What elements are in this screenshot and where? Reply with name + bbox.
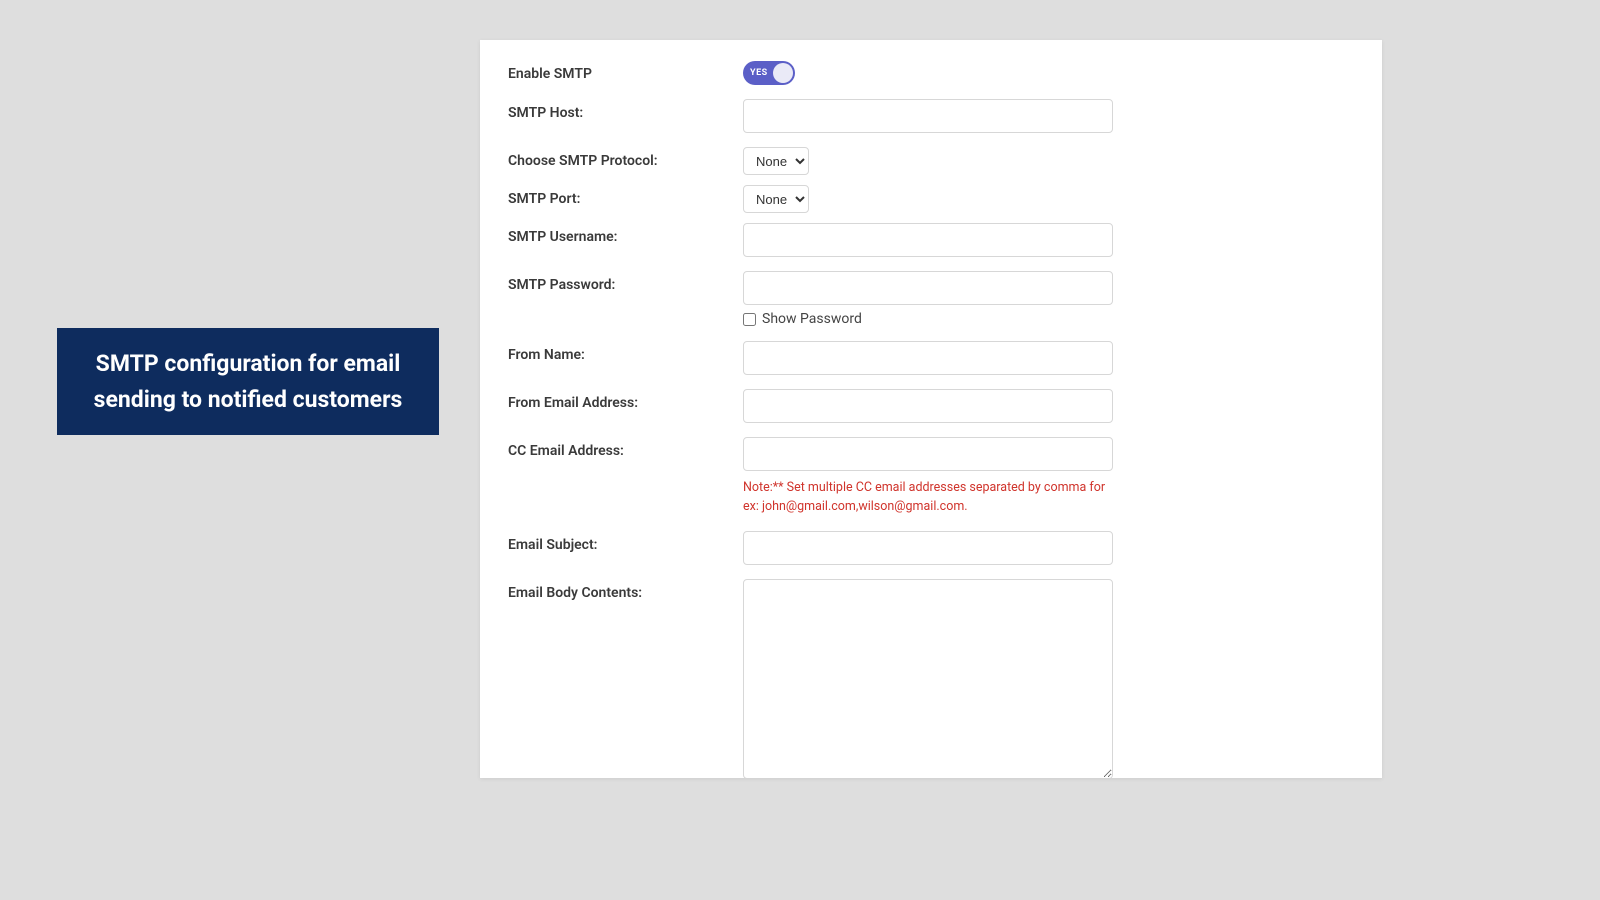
- select-smtp-port[interactable]: None: [743, 185, 809, 213]
- input-smtp-password[interactable]: [743, 271, 1113, 305]
- row-enable-smtp: Enable SMTP YES: [508, 60, 1354, 85]
- input-smtp-host[interactable]: [743, 99, 1113, 133]
- input-from-email[interactable]: [743, 389, 1113, 423]
- label-smtp-username: SMTP Username:: [508, 223, 743, 245]
- label-email-body: Email Body Contents:: [508, 579, 743, 601]
- input-cc-email[interactable]: [743, 437, 1113, 471]
- label-enable-smtp: Enable SMTP: [508, 60, 743, 82]
- note-cc-email: Note:** Set multiple CC email addresses …: [743, 479, 1123, 517]
- label-cc-email: CC Email Address:: [508, 437, 743, 459]
- select-smtp-protocol[interactable]: None: [743, 147, 809, 175]
- label-smtp-host: SMTP Host:: [508, 99, 743, 121]
- row-smtp-host: SMTP Host:: [508, 99, 1354, 133]
- row-email-body: Email Body Contents:: [508, 579, 1354, 779]
- input-email-subject[interactable]: [743, 531, 1113, 565]
- row-smtp-protocol: Choose SMTP Protocol: None: [508, 147, 1354, 175]
- row-smtp-port: SMTP Port: None: [508, 185, 1354, 213]
- row-from-email: From Email Address:: [508, 389, 1354, 423]
- row-from-name: From Name:: [508, 341, 1354, 375]
- toggle-knob: [773, 63, 793, 83]
- label-smtp-password: SMTP Password:: [508, 271, 743, 293]
- row-smtp-password: SMTP Password: Show Password: [508, 271, 1354, 327]
- callout-box: SMTP configuration for email sending to …: [57, 328, 439, 435]
- row-cc-email: CC Email Address: Note:** Set multiple C…: [508, 437, 1354, 517]
- label-smtp-port: SMTP Port:: [508, 185, 743, 207]
- label-email-subject: Email Subject:: [508, 531, 743, 553]
- row-email-subject: Email Subject:: [508, 531, 1354, 565]
- toggle-enable-smtp[interactable]: YES: [743, 61, 795, 85]
- label-show-password: Show Password: [762, 311, 862, 327]
- label-from-email: From Email Address:: [508, 389, 743, 411]
- label-smtp-protocol: Choose SMTP Protocol:: [508, 147, 743, 169]
- row-smtp-username: SMTP Username:: [508, 223, 1354, 257]
- toggle-enable-smtp-text: YES: [750, 68, 768, 78]
- textarea-email-body[interactable]: [743, 579, 1113, 779]
- input-from-name[interactable]: [743, 341, 1113, 375]
- input-smtp-username[interactable]: [743, 223, 1113, 257]
- label-from-name: From Name:: [508, 341, 743, 363]
- smtp-settings-panel: Enable SMTP YES SMTP Host: Choose SMTP P…: [480, 40, 1382, 778]
- callout-text: SMTP configuration for email sending to …: [94, 350, 403, 413]
- checkbox-show-password[interactable]: [743, 313, 756, 326]
